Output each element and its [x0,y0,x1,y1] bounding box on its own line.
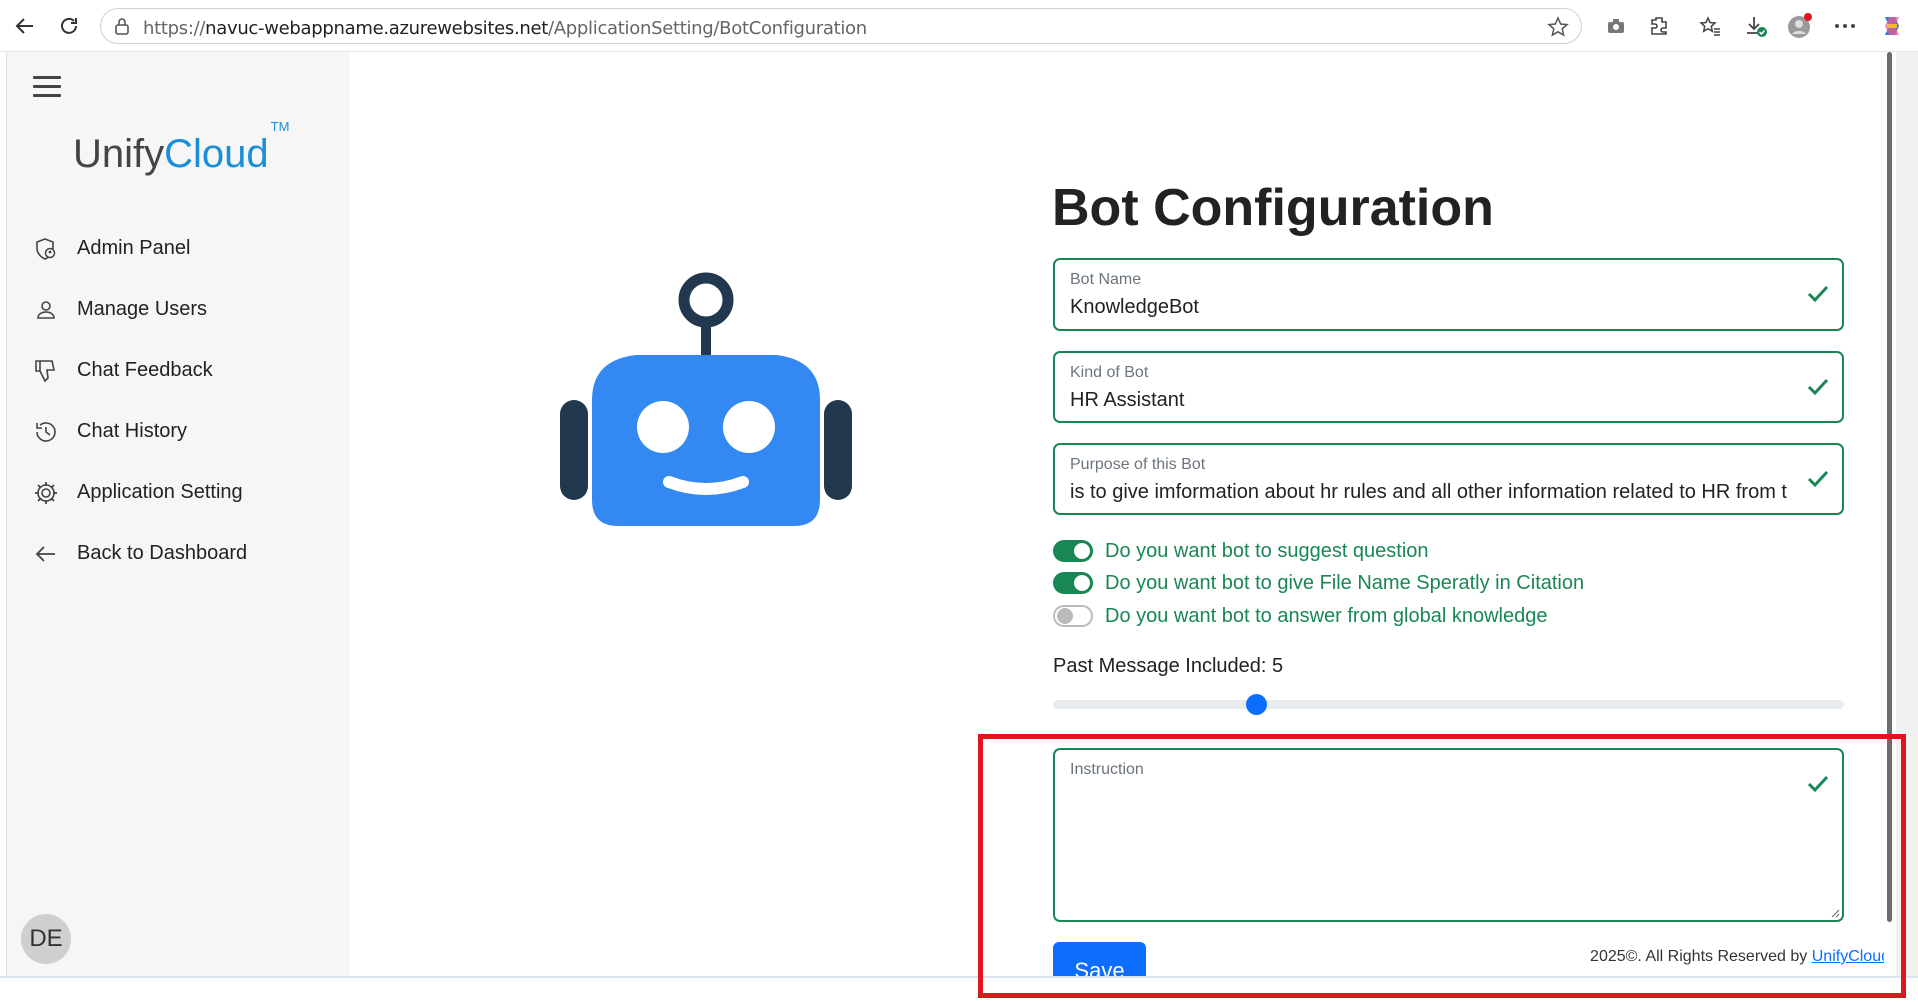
sidebar: UnifyCloudTM Admin Panel Manage Users Ch… [6,52,350,976]
instruction-label: Instruction [1070,761,1144,778]
bot-name-field[interactable]: Bot Name KnowledgeBot [1053,258,1844,331]
toggle-label: Do you want bot to answer from global kn… [1105,604,1548,627]
sidebar-item-label: Admin Panel [77,237,191,259]
save-button[interactable]: Save [1053,942,1146,976]
past-message-label: Past Message Included: 5 [1053,655,1284,677]
bottom-edge [0,976,1918,1002]
purpose-label: Purpose of this Bot [1070,456,1206,473]
profile-icon[interactable] [1786,12,1814,40]
sidebar-item-label: Manage Users [77,298,208,320]
toggle-switch[interactable] [1053,572,1093,594]
history-icon [31,417,61,447]
url-text: https://navuc-webappname.azurewebsites.n… [143,18,867,39]
slider-thumb[interactable] [1246,694,1267,715]
sidebar-item-label: Chat Feedback [77,359,213,381]
page-scrollbar[interactable] [1884,52,1896,976]
reload-icon[interactable] [54,11,84,41]
extensions-icon[interactable] [1645,12,1673,40]
footer: 2025©. All Rights Reserved by UnifyCloud [1590,948,1890,965]
sidebar-menu: Admin Panel Manage Users Chat Feedback C… [31,218,247,584]
sidebar-item-label: Application Setting [77,481,243,503]
sidebar-item-application-setting[interactable]: Application Setting [31,462,247,523]
toggle-global-knowledge[interactable]: Do you want bot to answer from global kn… [1053,603,1547,629]
valid-check-icon [1806,282,1830,311]
footer-link[interactable]: UnifyCloud [1812,948,1890,965]
toggle-switch[interactable] [1053,540,1093,562]
scrollbar-thumb[interactable] [1887,52,1892,922]
bot-name-value[interactable]: KnowledgeBot [1070,296,1792,319]
browser-toolbar: https://navuc-webappname.azurewebsites.n… [0,0,1918,52]
arrow-left-icon [31,539,61,569]
toggle-label: Do you want bot to give File Name Sperat… [1105,571,1585,594]
address-bar[interactable]: https://navuc-webappname.azurewebsites.n… [100,8,1582,44]
instruction-textarea[interactable]: Instruction [1053,748,1844,922]
copilot-icon[interactable] [1878,12,1906,40]
person-icon [31,295,61,325]
kind-of-bot-field[interactable]: Kind of Bot HR Assistant [1053,351,1844,423]
sidebar-item-label: Chat History [77,420,188,442]
past-message-slider[interactable] [1053,694,1844,715]
sidebar-item-chat-feedback[interactable]: Chat Feedback [31,340,247,401]
toggle-label: Do you want bot to suggest question [1105,539,1429,562]
sidebar-item-back-to-dashboard[interactable]: Back to Dashboard [31,523,247,584]
favorites-icon[interactable] [1696,12,1724,40]
thumbs-down-icon [31,356,61,386]
valid-check-icon [1806,772,1830,801]
shield-person-icon [31,234,61,264]
brand-logo: UnifyCloudTM [73,118,290,176]
toggle-file-name-citation[interactable]: Do you want bot to give File Name Sperat… [1053,570,1584,596]
resize-handle-icon[interactable] [1830,908,1840,918]
bot-name-label: Bot Name [1070,271,1142,288]
downloads-icon[interactable] [1742,12,1770,40]
back-arrow-icon[interactable] [10,11,40,41]
favorite-star-icon[interactable] [1547,16,1569,43]
kind-of-bot-label: Kind of Bot [1070,364,1149,381]
gear-icon [31,478,61,508]
robot-illustration [560,272,852,526]
purpose-value[interactable]: is to give imformation about hr rules an… [1070,481,1792,504]
hamburger-menu-icon[interactable] [33,76,61,100]
sidebar-item-chat-history[interactable]: Chat History [31,401,247,462]
purpose-field[interactable]: Purpose of this Bot is to give imformati… [1053,443,1844,515]
sidebar-item-manage-users[interactable]: Manage Users [31,279,247,340]
page-title: Bot Configuration [1052,179,1494,237]
lock-icon[interactable] [113,17,131,40]
more-options-icon[interactable] [1831,12,1859,40]
sidebar-item-admin-panel[interactable]: Admin Panel [31,218,247,279]
sidebar-item-label: Back to Dashboard [77,542,248,564]
avatar[interactable]: DE [21,914,71,964]
toggle-switch[interactable] [1053,605,1093,627]
kind-of-bot-value[interactable]: HR Assistant [1070,389,1792,412]
camera-icon[interactable] [1602,12,1630,40]
valid-check-icon [1806,467,1830,496]
toggle-suggest-question[interactable]: Do you want bot to suggest question [1053,538,1429,564]
valid-check-icon [1806,375,1830,404]
browser-side-rail [1896,52,1918,976]
